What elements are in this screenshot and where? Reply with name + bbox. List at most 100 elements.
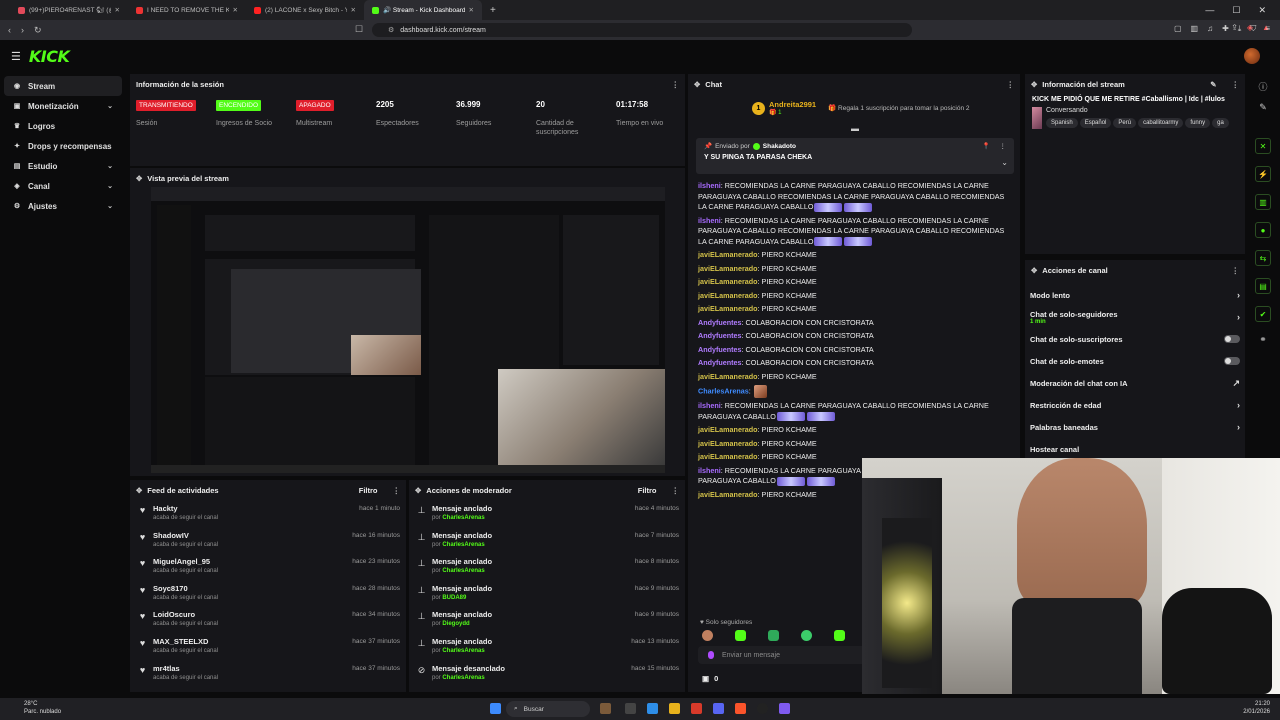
chevron-down-icon[interactable]: ⌄ [107, 102, 113, 110]
chat-username[interactable]: javiELamanerado [698, 439, 758, 448]
sidebar-item-drops-y-recompensas[interactable]: ✦ Drops y recompensas [4, 136, 122, 156]
chat-input[interactable]: Enviar un mensaje [698, 646, 868, 664]
moderator-name[interactable]: Diegoydd [442, 621, 469, 627]
emote-smile-icon[interactable] [834, 630, 845, 641]
more-options-icon[interactable]: ⋮ [1007, 80, 1015, 89]
moderator-name[interactable]: CharlesArenas [442, 648, 484, 654]
user-avatar[interactable] [1244, 48, 1260, 64]
sidebar-item-monetizaci-n[interactable]: ▣ Monetización ⌄ [4, 96, 122, 116]
external-link-icon[interactable]: ↗ [1232, 378, 1240, 389]
info-icon[interactable]: ⓘ [1250, 74, 1276, 98]
stream-preview-video[interactable] [151, 187, 665, 473]
channel-action-row[interactable]: Chat de solo-suscriptores [1025, 328, 1245, 350]
close-tab-icon[interactable]: ✕ [351, 6, 356, 14]
channel-action-row[interactable]: Modo lento › [1025, 284, 1245, 306]
arrows-icon[interactable]: ✥ [694, 80, 700, 89]
taskview-icon[interactable] [625, 703, 636, 714]
more-options-icon[interactable]: ⋮ [672, 486, 680, 495]
browser-tab[interactable]: 🔊 Stream - Kick Dashboard ✕ [364, 0, 482, 20]
explorer-icon[interactable] [669, 703, 680, 714]
arrows-icon[interactable]: ✥ [136, 174, 142, 183]
channel-action-row[interactable]: Palabras baneadas › [1025, 416, 1245, 438]
minimize-icon[interactable]: — [1205, 5, 1214, 16]
emote-kick-icon[interactable] [735, 630, 746, 641]
link-icon[interactable]: ⚭ [1250, 334, 1276, 345]
chevron-down-icon[interactable]: ⌄ [107, 182, 113, 190]
chat-username[interactable]: javiELamanerado [698, 277, 758, 286]
chat-username[interactable]: javiELamanerado [698, 425, 758, 434]
channel-action-row[interactable]: Restricción de edad › [1025, 394, 1245, 416]
chat-username[interactable]: javiELamanerado [698, 304, 758, 313]
chevron-right-icon[interactable]: › [1237, 290, 1240, 300]
chat-username[interactable]: ilsheni [698, 181, 721, 190]
emote-grin-icon[interactable] [768, 630, 779, 641]
channel-action-row[interactable]: Hostear canal [1025, 438, 1245, 460]
activity-user[interactable]: Hackty [153, 504, 353, 513]
close-tab-icon[interactable]: ✕ [115, 6, 120, 14]
moderator-name[interactable]: CharlesArenas [442, 515, 484, 521]
browser-tab[interactable]: (2) LACONE x Sexy Bitch - YouTu ✕ [246, 0, 364, 20]
chat-username[interactable]: javiELamanerado [698, 250, 758, 259]
raid-icon[interactable]: ⇆ [1255, 250, 1271, 266]
moderator-name[interactable]: CharlesArenas [442, 542, 484, 548]
more-options-icon[interactable]: ⋮ [1232, 266, 1240, 275]
crosshair-icon[interactable]: ✕ [1255, 138, 1271, 154]
chat-username[interactable]: javiELamanerado [698, 452, 758, 461]
sidebar-item-ajustes[interactable]: ⚙ Ajustes ⌄ [4, 196, 122, 216]
stream-tag[interactable]: Spanish [1046, 118, 1078, 128]
back-icon[interactable]: ‹ [8, 25, 11, 35]
toggle-switch[interactable] [1224, 335, 1240, 343]
activity-user[interactable]: MiguelAngel_95 [153, 557, 346, 566]
arrows-icon[interactable]: ✥ [1031, 80, 1037, 89]
downloads-icon[interactable]: ⤓ [1238, 24, 1242, 34]
chat-username[interactable]: CharlesArenas [698, 386, 749, 395]
pencil-icon[interactable]: ✎ [1250, 98, 1276, 138]
arrows-icon[interactable]: ✥ [136, 486, 142, 495]
toggle-switch[interactable] [1224, 357, 1240, 365]
moderator-name[interactable]: CharlesArenas [442, 675, 484, 681]
wrench-icon[interactable]: ✔ [1255, 306, 1271, 322]
chevron-down-icon[interactable]: ⌄ [107, 162, 113, 170]
chevron-right-icon[interactable]: › [1237, 422, 1240, 432]
edge-icon[interactable] [647, 703, 658, 714]
activity-user[interactable]: MAX_STEELXD [153, 637, 346, 646]
menu-icon[interactable]: ≡ [1265, 24, 1270, 34]
activity-user[interactable]: Soyc8170 [153, 584, 346, 593]
taskbar-search[interactable]: ⌕ Buscar [506, 701, 590, 717]
start-icon[interactable] [490, 703, 501, 714]
close-tab-icon[interactable]: ✕ [469, 6, 474, 14]
system-clock[interactable]: 21:20 2/01/2026 [1243, 700, 1270, 716]
sidebar-toggle-icon[interactable]: ▥ [1191, 24, 1199, 34]
activity-user[interactable]: LoidOscuro [153, 610, 346, 619]
extensions-icon[interactable]: ✚ [1222, 24, 1229, 34]
gift-leaderboard[interactable]: 1 Andreita2991 🎁 1 🎁 Regala 1 suscripció… [752, 100, 970, 116]
site-info-icon[interactable]: ⚙ [388, 26, 394, 34]
chat-bubble-icon[interactable]: ● [1255, 222, 1271, 238]
kicks-balance[interactable]: ▣ 0 [702, 674, 718, 683]
sidebar-item-estudio[interactable]: ▤ Estudio ⌄ [4, 156, 122, 176]
chevron-down-icon[interactable]: ⌄ [107, 202, 113, 210]
media-icon[interactable]: ♫ [1207, 24, 1213, 34]
chat-username[interactable]: javiELamanerado [698, 372, 758, 381]
chat-username[interactable]: Andyfuentes [698, 318, 742, 327]
browser-tab[interactable]: I NEED TO REMOVE THE KICK LIMIT ✕ [128, 0, 246, 20]
activity-filter-button[interactable]: Filtro [359, 486, 378, 495]
emote-globe-icon[interactable] [801, 630, 812, 641]
stream-tag[interactable]: Perú [1113, 118, 1137, 128]
edit-icon[interactable]: ✎ [1210, 80, 1216, 89]
widget-app-icon[interactable] [600, 703, 611, 714]
url-field[interactable]: ⚙ dashboard.kick.com/stream [372, 23, 912, 37]
weather-widget[interactable]: 28°C Parc. nublado [10, 700, 61, 716]
category-name[interactable]: Conversando [1046, 107, 1238, 114]
hamburger-menu-icon[interactable]: ☰ [11, 50, 21, 63]
app-red-icon[interactable] [691, 703, 702, 714]
more-options-icon[interactable]: ⋮ [672, 80, 680, 89]
pin-more-icon[interactable]: ⋮ [1000, 142, 1007, 150]
chat-username[interactable]: javiELamanerado [698, 490, 758, 499]
chevron-right-icon[interactable]: › [1237, 312, 1240, 322]
stream-tag[interactable]: funny [1185, 118, 1211, 128]
pinned-message[interactable]: 📌 Enviado por Shakadoto 📍 ⋮ Y SU PINGA T… [696, 138, 1014, 174]
vpn-icon[interactable]: ⛉ [1250, 24, 1256, 34]
chevron-down-icon[interactable]: ⌄ [1001, 158, 1008, 167]
arrows-icon[interactable]: ✥ [415, 486, 421, 495]
